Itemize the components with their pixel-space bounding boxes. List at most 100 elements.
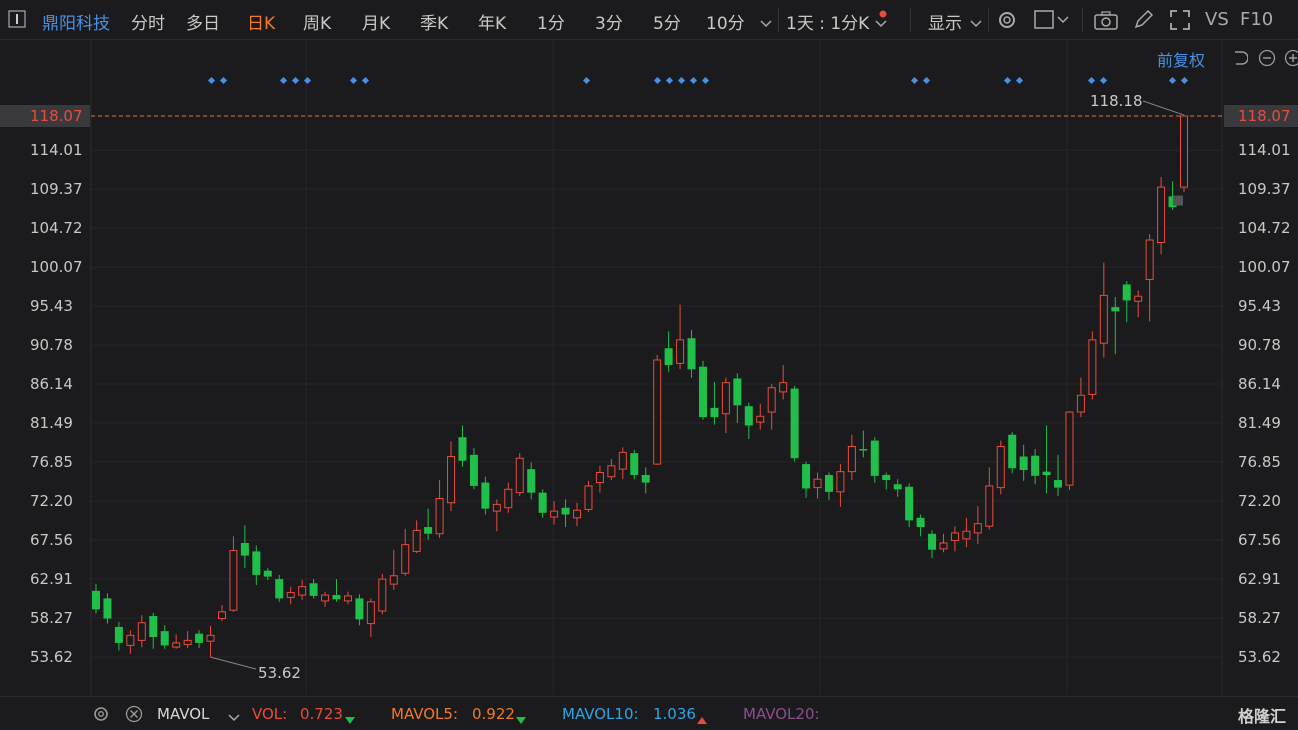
candle-body: [332, 595, 341, 600]
candle-body: [263, 570, 272, 577]
event-marker-icon[interactable]: [1180, 76, 1189, 85]
candle-body: [779, 382, 788, 393]
display-menu[interactable]: 显示: [928, 9, 962, 34]
candle-body: [160, 631, 169, 646]
candle-body: [676, 339, 685, 364]
pencil-icon[interactable]: [1132, 9, 1154, 35]
candle-body: [962, 530, 971, 540]
close-icon[interactable]: [125, 705, 143, 727]
fullscreen-icon[interactable]: [1169, 9, 1191, 35]
y-tick-label-right: 67.56: [1238, 531, 1281, 549]
chevron-down-icon[interactable]: [228, 708, 240, 727]
event-marker-icon[interactable]: [279, 76, 288, 85]
kline-chart[interactable]: 118.07 114.01 109.37 104.72 100.07 95.43 90.78…: [0, 40, 1298, 695]
event-marker-icon[interactable]: [207, 76, 216, 85]
max-price-label: 118.18: [1090, 92, 1143, 110]
candle-body: [1180, 115, 1188, 188]
candle-body: [401, 544, 410, 574]
tab-fenshi[interactable]: 分时: [131, 9, 165, 34]
event-marker-icon[interactable]: [665, 76, 674, 85]
brand-logo: 格隆汇: [1237, 707, 1286, 726]
chevron-down-icon[interactable]: [760, 14, 772, 33]
event-marker-icon[interactable]: [291, 76, 300, 85]
y-tick-label-left: 118.07: [30, 107, 83, 125]
event-marker-icon[interactable]: [910, 76, 919, 85]
y-tick-label-left: 90.78: [30, 336, 73, 354]
stock-name[interactable]: 鼎阳科技: [42, 9, 110, 34]
sidebar-toggle-icon[interactable]: [8, 10, 26, 32]
candle-body: [744, 406, 753, 426]
candle-body: [458, 437, 467, 461]
event-marker-icon[interactable]: [1087, 76, 1096, 85]
tab-daily-k[interactable]: 日K: [247, 9, 275, 34]
candle-body: [618, 451, 627, 470]
event-marker-icon[interactable]: [1015, 76, 1024, 85]
candle-body: [1122, 284, 1131, 301]
tab-10min[interactable]: 10分: [706, 9, 745, 34]
price-marker: [1173, 195, 1183, 206]
tab-5min[interactable]: 5分: [653, 9, 681, 34]
candle-body: [573, 509, 582, 519]
tab-weekly-k[interactable]: 周K: [303, 9, 331, 34]
camera-icon[interactable]: [1094, 10, 1118, 34]
event-marker-icon[interactable]: [219, 76, 228, 85]
candle-body: [286, 592, 295, 599]
volume-indicator-bar: MAVOL VOL: 0.723 MAVOL5: 0.922 MAVOL10: …: [0, 696, 1298, 730]
candle-body: [790, 388, 799, 459]
tab-yearly-k[interactable]: 年K: [478, 9, 506, 34]
event-marker-icon[interactable]: [653, 76, 662, 85]
tab-3min[interactable]: 3分: [595, 9, 623, 34]
event-marker-icon[interactable]: [1003, 76, 1012, 85]
divider: [988, 8, 989, 32]
candle-body: [1099, 294, 1108, 344]
event-marker-icon[interactable]: [1099, 76, 1108, 85]
candle-body: [641, 475, 650, 483]
y-tick-label-left: 62.91: [30, 570, 73, 588]
candle-body: [996, 445, 1005, 489]
event-marker-icon[interactable]: [349, 76, 358, 85]
gear-icon[interactable]: [92, 705, 110, 727]
square-toggle-icon[interactable]: [1034, 9, 1070, 35]
toolbar: 鼎阳科技 分时 多日 日K 周K 月K 季K 年K 1分 3分 5分 10分 1…: [0, 0, 1298, 40]
candle-body: [733, 378, 742, 406]
candle-body: [469, 454, 478, 486]
tab-quarterly-k[interactable]: 季K: [420, 9, 448, 34]
event-marker-icon[interactable]: [701, 76, 710, 85]
candle-body: [1019, 456, 1028, 470]
candle-body: [183, 639, 192, 646]
event-marker-icon[interactable]: [1168, 76, 1177, 85]
event-marker-icon[interactable]: [922, 76, 931, 85]
candle-body: [1145, 239, 1154, 280]
candle-body: [1008, 434, 1017, 469]
vs-button[interactable]: VS: [1205, 9, 1229, 30]
y-tick-label-left: 95.43: [30, 297, 73, 315]
y-tick-label-right: 72.20: [1238, 492, 1281, 510]
candle-body: [172, 642, 181, 648]
event-marker-icon[interactable]: [689, 76, 698, 85]
event-marker-icon[interactable]: [677, 76, 686, 85]
f10-button[interactable]: F10: [1240, 9, 1273, 30]
divider: [1082, 8, 1083, 32]
y-tick-label-right: 86.14: [1238, 375, 1281, 393]
candle-body: [767, 387, 776, 413]
candle-body: [1042, 471, 1051, 476]
event-marker-icon[interactable]: [361, 76, 370, 85]
tab-monthly-k[interactable]: 月K: [362, 9, 390, 34]
y-tick-label-right: 90.78: [1238, 336, 1281, 354]
candle-body: [985, 485, 994, 527]
tab-1min[interactable]: 1分: [537, 9, 565, 34]
chevron-down-icon[interactable]: [970, 14, 982, 33]
y-tick-label-left: 100.07: [30, 258, 83, 276]
event-marker-icon[interactable]: [582, 76, 591, 85]
tab-multi-day[interactable]: 多日: [186, 9, 220, 34]
y-tick-label-right: 62.91: [1238, 570, 1281, 588]
event-marker-icon[interactable]: [303, 76, 312, 85]
candle-body: [137, 622, 146, 641]
indicator-name[interactable]: MAVOL: [157, 705, 209, 723]
candle-body: [343, 595, 352, 602]
gear-icon[interactable]: [996, 9, 1018, 35]
kline-svg[interactable]: 118.07 114.01 109.37 104.72 100.07 95.43 90.78…: [0, 40, 1298, 695]
interval-select[interactable]: 1天 : 1分K: [786, 9, 869, 34]
candle-body: [195, 633, 204, 643]
divider: [910, 8, 911, 32]
